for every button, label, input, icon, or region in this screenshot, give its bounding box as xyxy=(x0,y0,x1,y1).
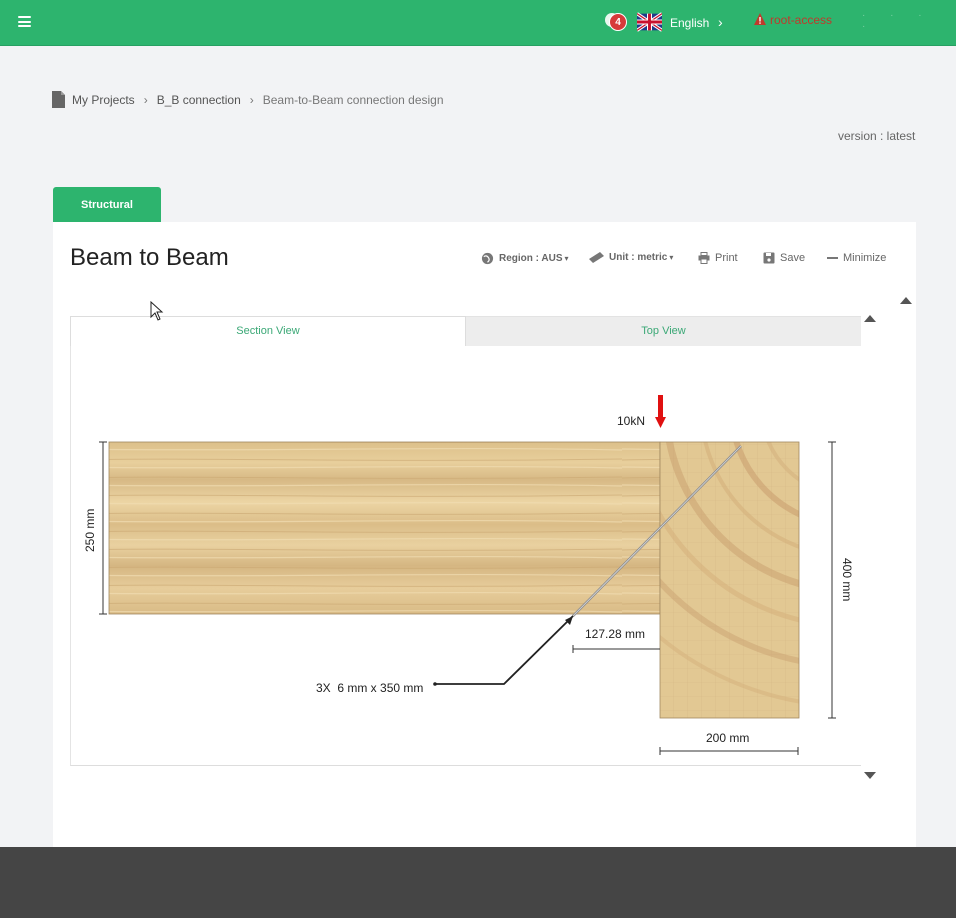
warning-icon xyxy=(754,13,766,25)
footer-bar xyxy=(0,847,956,918)
hamburger-menu-icon[interactable] xyxy=(18,16,31,27)
scroll-down-icon[interactable] xyxy=(864,772,876,779)
print-label: Print xyxy=(715,252,738,264)
view-tabs: Section View Top View xyxy=(70,316,861,346)
top-bar: 4 English › root-access · · · · xyxy=(0,0,956,46)
tab-top-view[interactable]: Top View xyxy=(466,316,861,346)
notification-count-badge: 4 xyxy=(609,13,627,31)
chevron-right-icon[interactable]: › xyxy=(718,14,723,30)
minimize-label: Minimize xyxy=(843,252,887,264)
mouse-cursor-icon xyxy=(150,301,164,321)
document-icon xyxy=(52,91,65,108)
load-arrow-icon xyxy=(655,395,666,428)
chevron-right-icon: › xyxy=(143,92,148,107)
minimize-button[interactable]: Minimize xyxy=(827,252,886,264)
tab-structural[interactable]: Structural xyxy=(53,187,161,222)
scroll-up-icon[interactable] xyxy=(864,315,876,322)
region-dropdown[interactable]: Region : AUS ▾ xyxy=(481,252,569,265)
save-button[interactable]: Save xyxy=(763,252,805,264)
design-card: Beam to Beam Region : AUS ▾ Unit : metric… xyxy=(53,222,916,852)
screw-spec-label: 3X 6 mm x 350 mm xyxy=(316,681,423,695)
unit-dropdown[interactable]: Unit : metric ▾ xyxy=(589,252,673,263)
chevron-right-icon: › xyxy=(249,92,254,107)
globe-icon xyxy=(481,252,494,265)
tab-section-view[interactable]: Section View xyxy=(70,316,466,346)
breadcrumb-my-projects[interactable]: My Projects xyxy=(72,93,135,107)
page-title: Beam to Beam xyxy=(70,244,229,271)
breadcrumb-current: Beam-to-Beam connection design xyxy=(262,92,444,107)
section-view-drawing: 10kN 250 mm 400 mm 127.28 mm 200 mm 3X 6… xyxy=(70,346,861,766)
beam-height-dimension xyxy=(99,441,107,615)
screw-callout-leader xyxy=(433,615,574,686)
support-width-label: 200 mm xyxy=(706,731,749,745)
uk-flag-icon[interactable] xyxy=(637,12,662,32)
region-label: Region : AUS xyxy=(499,253,563,264)
version-label: version : latest xyxy=(838,129,916,143)
minus-icon xyxy=(827,257,838,259)
save-label: Save xyxy=(780,252,806,264)
notifications-button[interactable]: 4 xyxy=(605,11,627,33)
user-account-link[interactable]: root-access xyxy=(770,13,832,27)
beam-height-label: 250 mm xyxy=(83,509,97,552)
scroll-up-icon[interactable] xyxy=(900,297,912,304)
printer-icon xyxy=(698,252,710,264)
offset-label: 127.28 mm xyxy=(585,627,645,641)
unit-label: Unit : metric xyxy=(609,252,668,263)
print-button[interactable]: Print xyxy=(698,252,738,264)
support-height-dimension xyxy=(828,441,836,719)
offset-dimension xyxy=(572,645,660,653)
beam-connection-svg: 10kN 250 mm 400 mm 127.28 mm 200 mm 3X 6… xyxy=(83,395,854,755)
support-height-label: 400 mm xyxy=(840,558,854,601)
breadcrumb-bb-connection[interactable]: B_B connection xyxy=(157,93,241,107)
language-selector[interactable]: English xyxy=(670,16,709,30)
breadcrumb: My Projects › B_B connection › Beam-to-B… xyxy=(52,91,444,108)
decorative-dots: · · · · xyxy=(862,10,933,32)
load-label: 10kN xyxy=(617,414,645,428)
ruler-icon xyxy=(589,252,604,263)
secondary-beam xyxy=(108,441,661,615)
floppy-disk-icon xyxy=(763,252,775,264)
support-width-dimension xyxy=(659,747,799,755)
